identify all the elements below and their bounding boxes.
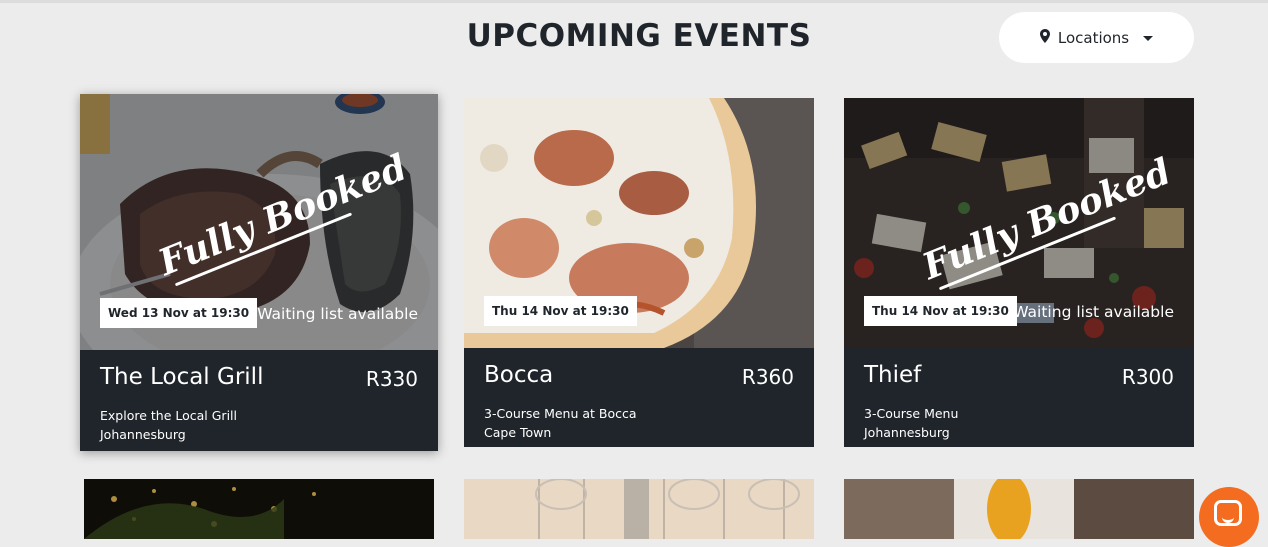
event-price: R330 [365, 367, 418, 391]
waiting-list-label: Waiting list available [1013, 303, 1174, 321]
event-city: Cape Town [484, 425, 552, 440]
event-description: Explore the Local Grill [100, 408, 237, 423]
event-date-badge: Thu 14 Nov at 19:30 [864, 296, 1017, 326]
event-date-badge: Thu 14 Nov at 19:30 [484, 296, 637, 326]
locations-label: Locations [1057, 28, 1130, 47]
event-name: Thief [864, 362, 922, 388]
event-city: Johannesburg [864, 425, 950, 440]
event-card-bocca[interactable]: Thu 14 Nov at 19:30 Bocca R360 3-Course … [464, 98, 814, 447]
chat-launcher-button[interactable] [1199, 487, 1259, 547]
event-card-partial[interactable] [464, 479, 814, 539]
event-photo: Fully Booked Thu 14 Nov at 19:30 Waiting… [844, 98, 1194, 348]
event-info-panel: Bocca R360 3-Course Menu at Bocca Cape T… [464, 348, 814, 447]
event-name: The Local Grill [100, 364, 264, 390]
event-name: Bocca [484, 362, 554, 388]
locations-dropdown-button[interactable]: Locations [999, 12, 1194, 63]
map-pin-icon [1039, 28, 1050, 47]
event-photo: Fully Booked Wed 13 Nov at 19:30 Waiting… [80, 94, 438, 350]
event-description: 3-Course Menu [864, 406, 959, 421]
event-card-partial[interactable] [84, 479, 434, 539]
event-date-badge: Wed 13 Nov at 19:30 [100, 298, 258, 328]
chat-bubble-icon [1214, 500, 1242, 526]
event-price: R360 [741, 365, 794, 389]
event-city: Johannesburg [100, 427, 186, 442]
event-photo: Thu 14 Nov at 19:30 [464, 98, 814, 348]
event-details: 3-Course Menu Johannesburg [864, 404, 958, 442]
event-card-thief[interactable]: Fully Booked Thu 14 Nov at 19:30 Waiting… [844, 98, 1194, 447]
event-info-panel: The Local Grill R330 Explore the Local G… [80, 350, 438, 451]
event-card-local-grill[interactable]: Fully Booked Wed 13 Nov at 19:30 Waiting… [80, 94, 438, 451]
event-card-partial[interactable] [844, 479, 1194, 539]
event-price: R300 [1121, 365, 1174, 389]
event-details: 3-Course Menu at Bocca Cape Town [484, 404, 637, 442]
top-border [0, 0, 1268, 3]
chevron-down-icon [1143, 36, 1154, 41]
waiting-list-label: Waiting list available [257, 305, 418, 323]
event-info-panel: Thief R300 3-Course Menu Johannesburg [844, 348, 1194, 447]
event-details: Explore the Local Grill Johannesburg [100, 406, 237, 444]
event-description: 3-Course Menu at Bocca [484, 406, 637, 421]
